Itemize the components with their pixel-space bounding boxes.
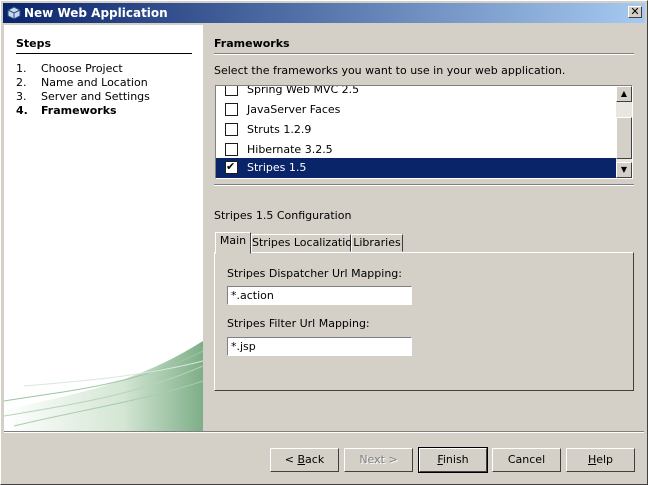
filter-url-label: Stripes Filter Url Mapping: bbox=[227, 317, 370, 330]
config-heading: Stripes 1.5 Configuration bbox=[214, 209, 352, 222]
step-choose-project: 1. Choose Project bbox=[16, 62, 123, 75]
section-divider bbox=[214, 184, 634, 186]
window-title: New Web Application bbox=[24, 6, 168, 20]
step-frameworks: 4. Frameworks bbox=[16, 104, 117, 117]
steps-heading: Steps bbox=[16, 37, 192, 54]
back-button[interactable]: < Back bbox=[270, 448, 339, 472]
step-name-location: 2. Name and Location bbox=[16, 76, 148, 89]
list-scrollbar[interactable]: ▲ ▼ bbox=[616, 86, 632, 178]
tab-main[interactable]: Main bbox=[215, 232, 251, 254]
list-item-stripes[interactable]: Stripes 1.5 bbox=[216, 158, 617, 178]
close-icon: ✕ bbox=[630, 5, 640, 18]
steps-panel: Steps 1. Choose Project 2. Name and Locati… bbox=[4, 25, 203, 431]
list-item-hibernate[interactable]: Hibernate 3.2.5 bbox=[216, 140, 617, 160]
decorative-swoosh-graphic bbox=[4, 341, 203, 431]
button-row-divider bbox=[4, 431, 644, 433]
scroll-thumb[interactable] bbox=[616, 117, 632, 159]
struts-checkbox[interactable] bbox=[225, 123, 238, 136]
hibernate-checkbox[interactable] bbox=[225, 143, 238, 156]
tab-stripes-localization[interactable]: Stripes Localization bbox=[251, 234, 359, 252]
title-bar[interactable]: New Web Application ✕ bbox=[3, 3, 645, 23]
next-button[interactable]: Next > bbox=[344, 448, 413, 472]
netbeans-cube-icon bbox=[7, 6, 21, 20]
list-item-spring[interactable]: Spring Web MVC 2.5 bbox=[216, 86, 617, 100]
spring-checkbox[interactable] bbox=[225, 86, 238, 96]
scroll-down-button[interactable]: ▼ bbox=[616, 162, 632, 178]
dispatcher-url-label: Stripes Dispatcher Url Mapping: bbox=[227, 267, 402, 280]
frameworks-list[interactable]: Spring Web MVC 2.5 JavaServer Faces Stru… bbox=[215, 85, 633, 179]
list-item-struts[interactable]: Struts 1.2.9 bbox=[216, 120, 617, 140]
jsf-checkbox[interactable] bbox=[225, 103, 238, 116]
list-item-jsf[interactable]: JavaServer Faces bbox=[216, 100, 617, 120]
scroll-down-arrow-icon: ▼ bbox=[620, 165, 628, 174]
filter-url-field[interactable]: *.jsp bbox=[227, 337, 412, 356]
close-button[interactable]: ✕ bbox=[628, 6, 642, 18]
dialog-window: New Web Application ✕ Steps 1. Choose Pro… bbox=[0, 0, 648, 485]
step-server-settings: 3. Server and Settings bbox=[16, 90, 150, 103]
help-button[interactable]: Help bbox=[566, 448, 635, 472]
cancel-button[interactable]: Cancel bbox=[492, 448, 561, 472]
scroll-up-button[interactable]: ▲ bbox=[616, 86, 632, 102]
stripes-checkbox[interactable] bbox=[225, 160, 238, 174]
frameworks-heading: Frameworks bbox=[214, 37, 634, 54]
dispatcher-url-field[interactable]: *.action bbox=[227, 286, 412, 305]
scroll-up-arrow-icon: ▲ bbox=[620, 89, 628, 98]
tab-libraries[interactable]: Libraries bbox=[351, 234, 403, 252]
finish-button[interactable]: Finish bbox=[418, 447, 488, 473]
frameworks-instruction: Select the frameworks you want to use in… bbox=[214, 64, 566, 77]
